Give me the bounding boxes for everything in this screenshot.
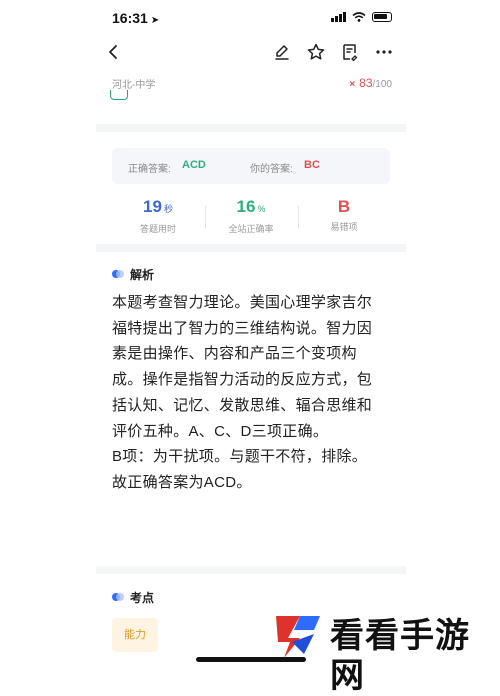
score-badge: × 83/100 [349, 76, 392, 90]
stat-error-prone-label: 易错项 [330, 222, 358, 232]
analysis-header: 解析 [112, 266, 154, 282]
question-detail-page: 16:31 ➤ 河北-中学 × 83/100 正确答案: ACD 你的答案: B… [96, 0, 406, 667]
your-answer-label: 你的答案: [250, 164, 293, 175]
cellular-signal-icon [331, 12, 346, 22]
score-value: 83 [359, 76, 373, 90]
star-icon[interactable] [306, 42, 326, 62]
stat-time: 19 秒 答题用时 [112, 196, 204, 238]
stat-rate-label: 全站正确率 [228, 224, 274, 234]
section-divider [96, 566, 406, 574]
correct-answer-label: 正确答案: [128, 164, 171, 175]
battery-icon [372, 12, 392, 22]
analysis-line: 故正确答案为ACD。 [112, 473, 252, 491]
analysis-line: 括认知、记忆、发散思维、辐合思维和 [112, 396, 373, 414]
analysis-title: 解析 [130, 267, 155, 282]
correct-answer-value: ACD [182, 159, 206, 171]
your-answer-value: BC [304, 159, 320, 171]
analysis-line: 成。操作是指智力活动的反应方式，包 [112, 371, 373, 389]
section-divider [96, 244, 406, 252]
section-divider [96, 124, 406, 132]
site-watermark: 看看手游网 [270, 606, 500, 696]
stat-time-unit: 秒 [163, 204, 173, 214]
kaodian-header: 考点 [112, 589, 154, 605]
watermark-text: 看看手游网 [330, 616, 470, 696]
clock: 16:31 ➤ [112, 10, 160, 26]
nav-bar [96, 36, 406, 70]
analysis-line: 本题考查智力理论。美国心理学家吉尔 [112, 294, 373, 311]
answer-card: 正确答案: ACD 你的答案: BC [112, 148, 390, 184]
note-icon[interactable] [340, 42, 360, 62]
wifi-icon [352, 12, 366, 22]
analysis-line: 素是由操作、内容和产品三个变项构 [112, 345, 357, 363]
option-box [110, 90, 128, 100]
analysis-line: 福特提出了智力的三维结构说。智力因 [112, 319, 373, 337]
answer-stats: 19 秒 答题用时 16% 全站正确率 B 易错项 [112, 196, 390, 238]
question-meta: 河北-中学 × 83/100 [112, 76, 392, 91]
analysis-body: 本题考查智力理论。美国心理学家吉尔 福特提出了智力的三维结构说。智力因 素是由操… [112, 290, 392, 496]
more-icon[interactable] [374, 42, 394, 62]
wrong-mark-icon: × [349, 79, 356, 90]
stat-error-prone: B 易错项 [298, 196, 390, 238]
kaodian-title: 考点 [130, 590, 155, 605]
section-dot-icon [112, 270, 124, 278]
score-total: /100 [372, 79, 392, 90]
watermark-logo-icon [276, 616, 320, 658]
location-arrow-icon: ➤ [150, 15, 160, 26]
back-icon[interactable] [104, 42, 124, 62]
status-bar: 16:31 ➤ [96, 0, 406, 36]
section-dot-icon [112, 593, 124, 601]
analysis-line: 评价五种。A、C、D三项正确。 [112, 422, 329, 440]
nav-actions [272, 42, 394, 62]
analysis-line: B项：为干扰项。与题干不符，排除。 [112, 448, 368, 466]
stat-rate-value: 16 [236, 197, 256, 216]
stat-rate: 16% 全站正确率 [205, 196, 297, 238]
knowledge-tag[interactable]: 能力 [112, 618, 158, 652]
stat-rate-unit: % [257, 204, 266, 214]
stat-time-label: 答题用时 [139, 224, 176, 234]
stat-error-prone-value: B [337, 197, 351, 216]
region-label: 河北-中学 [112, 80, 156, 91]
system-icons [331, 12, 392, 22]
option-d-checkbox[interactable] [110, 90, 150, 104]
stat-time-value: 19 [143, 197, 162, 216]
edit-icon[interactable] [272, 42, 292, 62]
